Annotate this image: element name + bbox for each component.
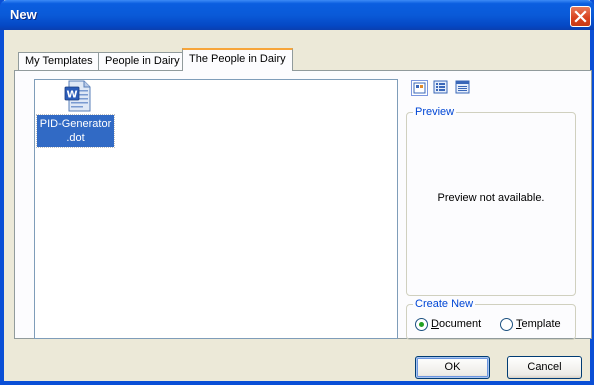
preview-group [406,112,576,296]
tab-label: The People in Dairy [189,53,286,65]
svg-text:W: W [66,90,77,101]
document-radio[interactable] [415,318,428,331]
details-view-button[interactable] [455,80,472,96]
list-icon [433,80,448,94]
preview-message: Preview not available. [437,192,545,204]
document-radio-label[interactable]: Document [431,318,481,330]
cancel-button[interactable]: Cancel [507,356,582,379]
template-radio-label[interactable]: Template [516,318,561,330]
tab-label: People in Dairy [105,55,180,67]
radio-selected-dot [419,322,424,327]
preview-legend: Preview [413,106,457,118]
create-new-legend: Create New [413,298,476,310]
list-view-button[interactable] [433,80,450,96]
close-button[interactable] [570,6,591,27]
large-icons-view-button[interactable] [411,80,428,96]
template-radio[interactable] [500,318,513,331]
title-bar[interactable]: New [0,0,594,30]
details-icon [455,80,470,94]
tab-my-templates[interactable]: My Templates [18,52,100,70]
large-icons-icon [413,82,426,94]
tab-the-people-in-dairy[interactable]: The People in Dairy [182,48,293,71]
document-label-rest: ocument [438,318,482,330]
file-name-line1: PID-Generator [39,118,112,130]
close-icon [574,10,587,23]
tab-people-in-dairy[interactable]: People in Dairy [98,52,187,70]
template-label-rest: emplate [521,318,561,330]
file-name-line2: .dot [66,132,85,144]
tab-label: My Templates [25,55,93,67]
ok-button[interactable]: OK [415,356,490,379]
window-title: New [10,7,37,22]
document-accelerator: D [431,318,439,330]
file-item-label[interactable]: PID-Generator .dot [36,114,115,148]
word-template-icon[interactable]: W [62,80,94,112]
